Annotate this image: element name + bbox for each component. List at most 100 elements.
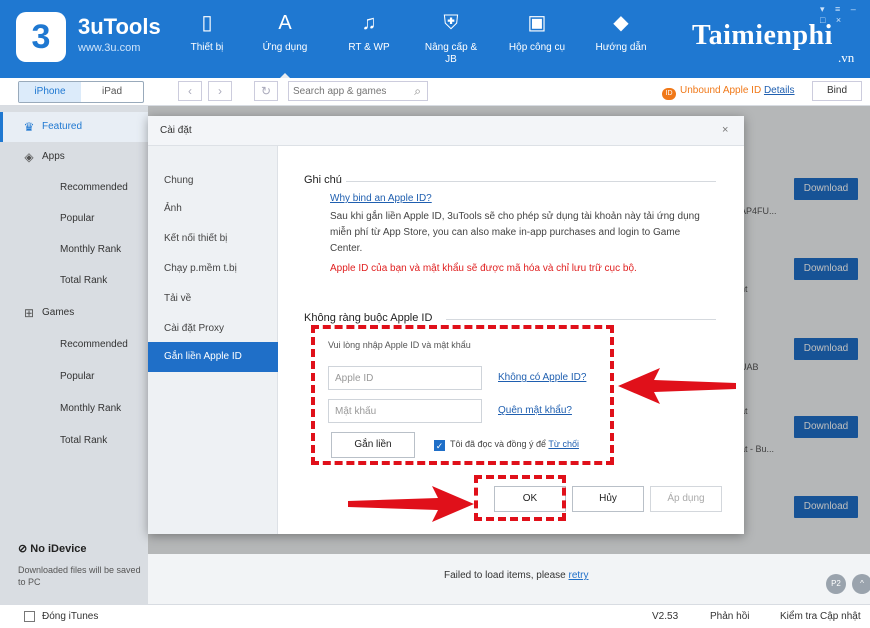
forward-icon[interactable]: ›: [208, 81, 232, 101]
toolbox-icon: ▣: [527, 12, 547, 34]
sidebar-label: Popular: [60, 213, 95, 224]
feedback-link[interactable]: Phản hồi: [710, 611, 749, 622]
sidebar-item-apps-popular[interactable]: Popular: [0, 204, 148, 234]
settings-nav-run-software[interactable]: Chạy p.mềm t.bị: [148, 254, 278, 284]
sidebar: ♛ Featured ◈ Apps Recommended Popular Mo…: [0, 106, 148, 604]
nav-toolbox[interactable]: ▣ Hộp công cụ: [502, 10, 572, 54]
version-label: V2.53: [652, 611, 679, 622]
sidebar-item-games-total[interactable]: Total Rank: [0, 426, 148, 456]
settings-nav-connection[interactable]: Kết nối thiết bị: [148, 224, 278, 254]
apply-button[interactable]: Áp dụng: [650, 486, 722, 512]
note-text: Sau khi gắn liền Apple ID, 3uTools sẽ ch…: [330, 211, 700, 254]
apple-id-badge-icon: ID: [662, 88, 676, 100]
sidebar-label: Games: [42, 307, 75, 318]
watermark-logo: Taimienphi: [692, 20, 833, 51]
gamepad-icon: ⊞: [23, 306, 35, 320]
annotation-arrow-left: [618, 368, 736, 404]
settings-nav-bind-apple-id[interactable]: Gắn liền Apple ID: [148, 342, 278, 372]
note-heading: Ghi chú: [304, 174, 342, 186]
nav-tutorials[interactable]: ◆ Hướng dẫn: [586, 10, 656, 54]
search-input[interactable]: [289, 82, 401, 100]
sidebar-item-apps[interactable]: ◈ Apps: [0, 142, 148, 172]
search-icon[interactable]: ⌕: [414, 84, 421, 99]
sidebar-item-apps-recommended[interactable]: Recommended: [0, 173, 148, 203]
dialog-header: Cài đặt ×: [148, 116, 744, 146]
retry-link[interactable]: retry: [569, 570, 589, 581]
sidebar-item-games[interactable]: ⊞ Games: [0, 298, 148, 328]
sidebar-label: Total Rank: [60, 435, 108, 446]
divider: [446, 319, 716, 320]
close-itunes-checkbox[interactable]: [24, 611, 35, 622]
sidebar-item-games-monthly[interactable]: Monthly Rank: [0, 394, 148, 424]
sidebar-label: Recommended: [60, 339, 128, 350]
music-icon: ♫: [361, 12, 377, 34]
details-link[interactable]: Details: [764, 85, 795, 96]
settings-nav-photos[interactable]: Ảnh: [148, 194, 278, 224]
top-bar: 3 3uTools www.3u.com ▯ Thiết bị A Ứng dụ…: [0, 0, 870, 80]
sidebar-label: Apps: [42, 151, 65, 162]
annotation-highlight-ok: [474, 475, 566, 521]
seg-iphone[interactable]: iPhone: [19, 82, 81, 102]
page-badge[interactable]: P2: [826, 574, 846, 594]
load-error-text: Failed to load items, please: [444, 570, 566, 581]
check-update-link[interactable]: Kiểm tra Cập nhật: [780, 611, 861, 622]
refresh-icon[interactable]: ↻: [254, 81, 278, 101]
nav-label: Thiết bị: [190, 42, 224, 53]
cube-icon: ◈: [24, 150, 34, 164]
device-segment: iPhone iPad: [18, 81, 144, 103]
nav-label: Hướng dẫn: [595, 42, 647, 53]
watermark-suffix: .vn: [838, 50, 855, 65]
app-logo: 3: [16, 12, 66, 62]
app-title: 3uTools: [78, 14, 161, 39]
unlink-icon: ⊘: [18, 543, 31, 555]
encryption-warning: Apple ID của bạn và mật khẩu sẽ được mã …: [330, 263, 637, 274]
sidebar-label: Total Rank: [60, 275, 108, 286]
app-url: www.3u.com: [78, 42, 141, 54]
graduation-icon: ◆: [613, 12, 629, 34]
nav-devices[interactable]: ▯ Thiết bị: [172, 10, 242, 54]
apps-icon: A: [278, 12, 292, 34]
no-idevice-label: No iDevice: [30, 543, 87, 555]
close-icon[interactable]: ×: [722, 124, 728, 136]
nav-apps[interactable]: A Ứng dụng: [250, 10, 320, 80]
nav-label: Hộp công cụ: [508, 42, 566, 53]
nav-label: Nâng cấp & JB: [424, 42, 478, 65]
close-itunes-label: Đóng iTunes: [42, 611, 99, 622]
load-error-message: Failed to load items, please retry: [444, 570, 589, 581]
nav-ringtones[interactable]: ♫ RT & WP: [334, 10, 404, 54]
seg-ipad[interactable]: iPad: [81, 82, 143, 102]
shield-icon: ⛨: [443, 12, 459, 34]
nav-upgrade[interactable]: ⛨ Nâng cấp & JB: [420, 10, 482, 66]
annotation-highlight-form: [311, 325, 614, 465]
settings-nav-general[interactable]: Chung: [148, 166, 278, 196]
nav-label: Ứng dụng: [262, 42, 308, 53]
nav-label: RT & WP: [348, 42, 390, 53]
sidebar-item-games-popular[interactable]: Popular: [0, 362, 148, 392]
apple-id-section-title: Không ràng buộc Apple ID: [304, 312, 433, 324]
bind-button[interactable]: Bind: [812, 81, 862, 101]
dialog-title: Cài đặt: [160, 125, 192, 136]
sidebar-item-games-recommended[interactable]: Recommended: [0, 330, 148, 360]
settings-nav: Chung Ảnh Kết nối thiết bị Chạy p.mềm t.…: [148, 146, 278, 534]
search-box: ⌕: [288, 81, 428, 101]
window-controls[interactable]: ▾ ≡ – □ ×: [820, 4, 870, 25]
settings-nav-download[interactable]: Tải về: [148, 284, 278, 314]
back-icon[interactable]: ‹: [178, 81, 202, 101]
sidebar-label: Monthly Rank: [60, 244, 122, 255]
sidebar-label: Monthly Rank: [60, 403, 122, 414]
divider: [346, 181, 716, 182]
why-bind-link[interactable]: Why bind an Apple ID?: [330, 193, 432, 204]
sidebar-item-apps-total[interactable]: Total Rank: [0, 266, 148, 296]
sidebar-item-featured[interactable]: ♛ Featured: [0, 112, 148, 142]
settings-nav-proxy[interactable]: Cài đặt Proxy: [148, 314, 278, 344]
device-status-panel: ⊘ No iDevice Downloaded files will be sa…: [0, 536, 148, 604]
phone-icon: ▯: [201, 12, 213, 34]
scroll-top-button[interactable]: ^: [852, 574, 870, 594]
cancel-button[interactable]: Hủy: [572, 486, 644, 512]
sidebar-label: Recommended: [60, 182, 128, 193]
no-idevice-desc: Downloaded files will be saved to PC: [18, 565, 141, 587]
sidebar-item-apps-monthly[interactable]: Monthly Rank: [0, 235, 148, 265]
sidebar-label: Featured: [42, 121, 83, 132]
sidebar-label: Popular: [60, 371, 95, 382]
annotation-arrow-right: [348, 486, 474, 522]
